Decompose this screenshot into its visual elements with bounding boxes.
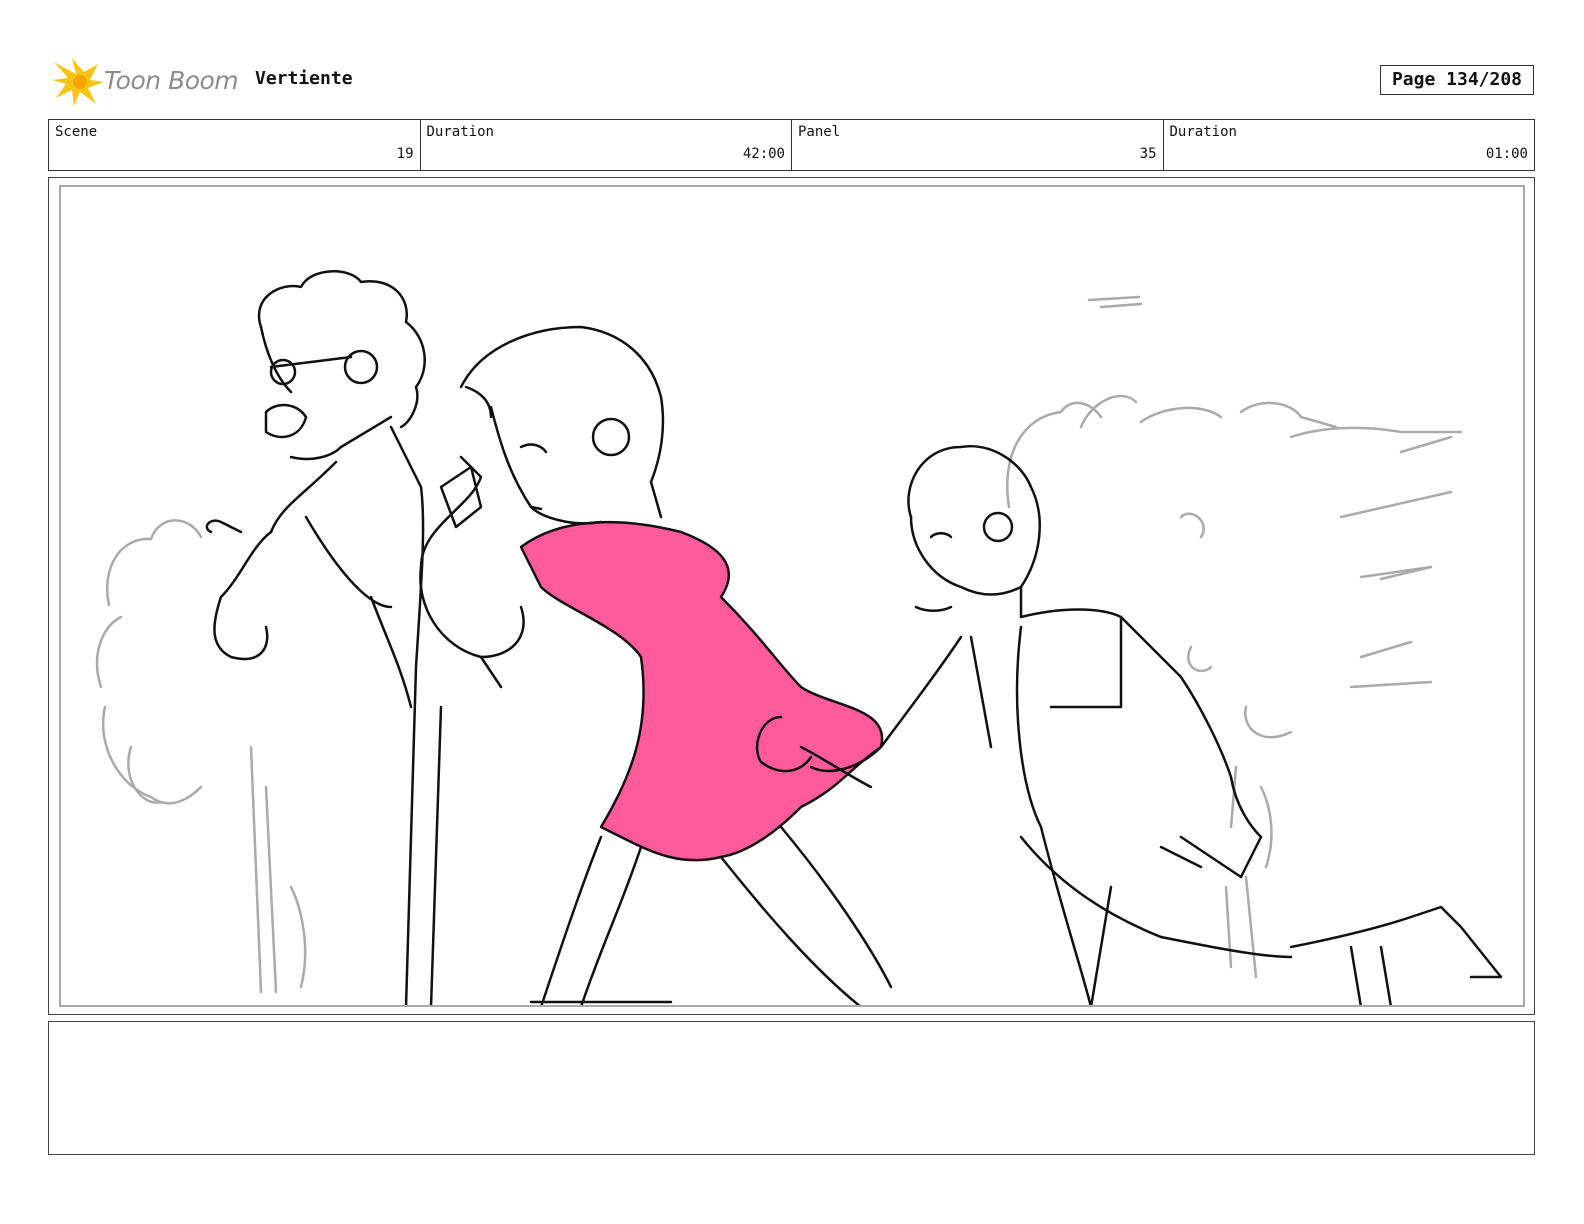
notes-area <box>48 1021 1535 1155</box>
page-indicator: Page 134/208 <box>1380 65 1534 95</box>
scene-value: 19 <box>396 146 414 162</box>
scene-label: Scene <box>55 124 98 140</box>
scene-duration-cell: Duration 42:00 <box>421 120 792 170</box>
pink-shirt-boy-figure <box>419 325 893 1005</box>
panel-duration-value: 01:00 <box>1485 146 1528 162</box>
pink-shirt <box>519 520 884 862</box>
project-title: Vertiente <box>255 68 353 89</box>
panel-duration-cell: Duration 01:00 <box>1164 120 1535 170</box>
storyboard-panel <box>59 185 1525 1007</box>
logo-text: Toon Boom <box>104 66 239 95</box>
bush-left <box>95 519 307 994</box>
scene-cell: Scene 19 <box>49 120 421 170</box>
bush-right <box>1006 295 1463 979</box>
panel-sketch <box>95 270 1503 1005</box>
panel-value: 35 <box>1139 146 1157 162</box>
panel-label: Panel <box>798 124 841 140</box>
panel-duration-label: Duration <box>1169 124 1237 140</box>
info-bar: Scene 19 Duration 42:00 Panel 35 Duratio… <box>48 119 1535 171</box>
starburst-icon <box>52 58 104 106</box>
panel-cell: Panel 35 <box>792 120 1164 170</box>
toon-boom-logo: Toon Boom <box>50 54 240 108</box>
old-man-figure <box>205 270 443 1005</box>
scene-duration-value: 42:00 <box>742 146 785 162</box>
scene-duration-label: Duration <box>426 124 494 140</box>
